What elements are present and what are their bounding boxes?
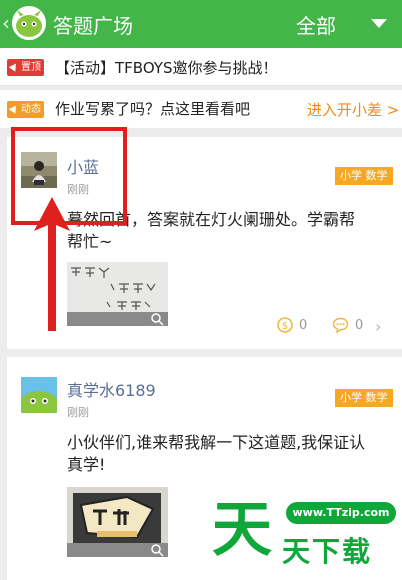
math-worksheet-image-icon [67,262,168,326]
dropdown-caret-icon[interactable] [371,19,387,28]
notice-text: 【活动】TFBOYS邀你参与挑战！ [55,59,278,77]
back-icon[interactable]: ‹ [2,11,10,35]
chevron-right-icon[interactable]: › [375,317,381,336]
question-image[interactable] [67,262,168,326]
username[interactable]: 真学水6189 [67,377,156,401]
comment-stat[interactable]: 0 [332,317,363,333]
subject-tag: 小学 数学 [335,167,393,185]
question-text: 小伙伴们,谁来帮我解一下这道题,我保证认真学! [67,433,366,474]
pinned-tag: 置顶 [7,59,44,76]
pin-icon [8,103,20,114]
app-logo [12,6,46,40]
notice-text: 作业写累了吗？点这里看看吧 [55,100,251,118]
coin-icon: $ [277,317,293,333]
filter-dropdown-label[interactable]: 全部 [296,10,336,39]
svg-text:$: $ [282,321,288,332]
activity-tag: 动态 [7,101,44,118]
watermark: 天 www.TTzip.com 天下载 [210,490,402,580]
top-bar: ‹ 答题广场 全部 [0,0,402,48]
watermark-glyph: 天 [212,495,272,565]
comment-count: 0 [355,317,364,333]
notice-pinned[interactable]: 置顶 【活动】TFBOYS邀你参与挑战！ [0,48,402,86]
avatar[interactable] [21,377,57,413]
notice-activity[interactable]: 动态 作业写累了吗？点这里看看吧 进入开小差 > [0,90,402,128]
mascot-avatar-icon [21,377,57,413]
question-image[interactable] [67,487,168,557]
cartoon-poster-image-icon [67,487,168,557]
post-time: 刚刚 [67,406,89,419]
page-title: 答题广场 [53,14,133,38]
annotation-arrow-up-icon [34,197,70,331]
mascot-logo-icon [12,6,46,40]
watermark-name: 天下载 [282,535,373,568]
enter-link[interactable]: 进入开小差 > [307,99,399,120]
reward-count: 0 [299,317,308,333]
pin-icon [8,61,20,72]
comment-icon [332,317,349,333]
reward-stat[interactable]: $ 0 [277,317,307,333]
watermark-url: www.TTzip.com [286,502,396,524]
app-screen: ‹ 答题广场 全部 置顶 【活动】TFBOYS邀你参与挑战！ 动态 作业写累了吗… [0,0,402,580]
subject-tag: 小学 数学 [335,389,393,407]
